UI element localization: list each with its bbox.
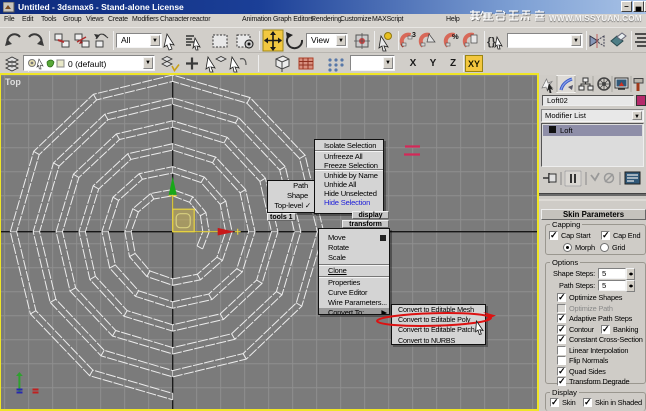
svg-text:%: % xyxy=(452,32,459,41)
svg-text:3: 3 xyxy=(412,32,416,39)
